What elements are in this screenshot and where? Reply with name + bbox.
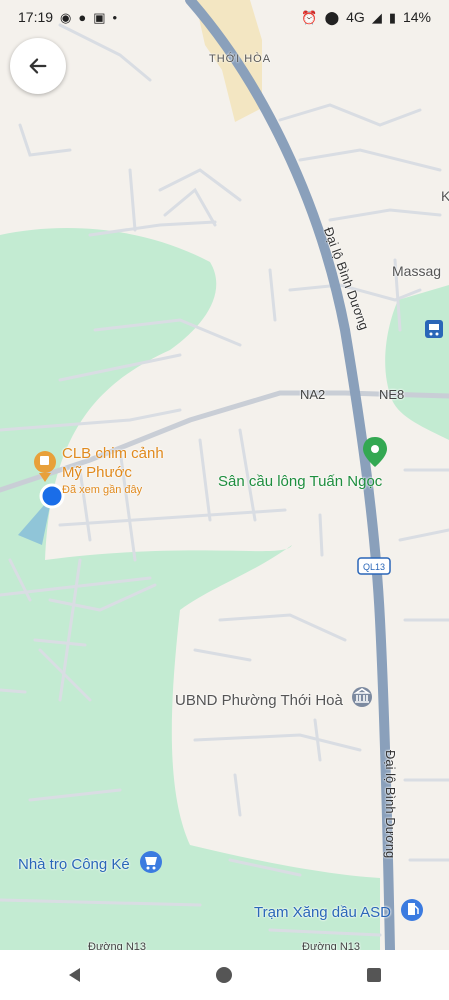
massage-label: Massag <box>392 263 442 279</box>
battery-level: 14% <box>402 9 431 25</box>
facebook-icon: ▣ <box>93 9 106 25</box>
place-club-name[interactable]: CLB chim cảnh Mỹ Phước <box>62 444 164 482</box>
chat-icon: ● <box>78 9 87 25</box>
messenger-icon: ◉ <box>60 9 72 25</box>
location-icon: ⬤ <box>324 9 340 25</box>
place-guesthouse[interactable]: Nhà trọ Công Ké <box>18 856 130 873</box>
triangle-back-icon <box>68 968 80 982</box>
signal-icon: ◢ <box>371 9 382 25</box>
status-bar: 17:19 ◉ ● ▣ • ⏰ ⬤ 4G ◢ ▮ 14% <box>0 0 449 34</box>
battery-icon: ▮ <box>388 9 396 25</box>
alarm-icon: ⏰ <box>301 9 318 25</box>
place-badminton[interactable]: Sân cầu lông Tuấn Ngọc <box>218 473 382 490</box>
nav-back-button[interactable] <box>45 955 105 995</box>
government-pin-icon <box>352 687 372 707</box>
system-navigation-bar <box>0 950 449 1000</box>
place-gas-station[interactable]: Trạm Xăng dầu ASD <box>254 904 391 921</box>
place-club-subtitle: Đã xem gần đây <box>62 484 143 496</box>
gas-station-pin-icon <box>401 899 423 921</box>
network-label: 4G <box>346 9 365 25</box>
circle-home-icon <box>216 967 233 983</box>
road-label-na2: NA2 <box>300 387 326 402</box>
back-arrow-icon <box>29 58 47 74</box>
status-left: 17:19 ◉ ● ▣ • <box>18 9 117 25</box>
nav-home-button[interactable] <box>194 955 254 995</box>
place-club-name-line1: CLB chim cảnh <box>62 445 164 462</box>
status-right: ⏰ ⬤ 4G ◢ ▮ 14% <box>301 9 431 25</box>
edge-letter-label: K <box>441 188 449 204</box>
place-ubnd[interactable]: UBND Phường Thới Hoà <box>175 692 343 709</box>
route-shield-label: QL13 <box>363 562 385 572</box>
area-label-thoi-hoa: THỚI HÒA <box>209 53 272 65</box>
dot-icon: • <box>112 9 118 25</box>
place-club-name-line2: Mỹ Phước <box>62 464 132 481</box>
route-shield-ql13: QL13 <box>357 557 391 575</box>
nav-recents-button[interactable] <box>344 955 404 995</box>
bus-stop-icon <box>425 320 443 338</box>
shopping-pin-icon <box>140 851 162 873</box>
highway-label-south: Đại lộ Bình Dương <box>383 750 398 859</box>
road-label-ne8: NE8 <box>379 387 405 402</box>
current-location-dot <box>39 483 65 509</box>
square-recents-icon <box>367 968 382 982</box>
back-button[interactable] <box>10 38 66 94</box>
status-time: 17:19 <box>18 9 54 25</box>
